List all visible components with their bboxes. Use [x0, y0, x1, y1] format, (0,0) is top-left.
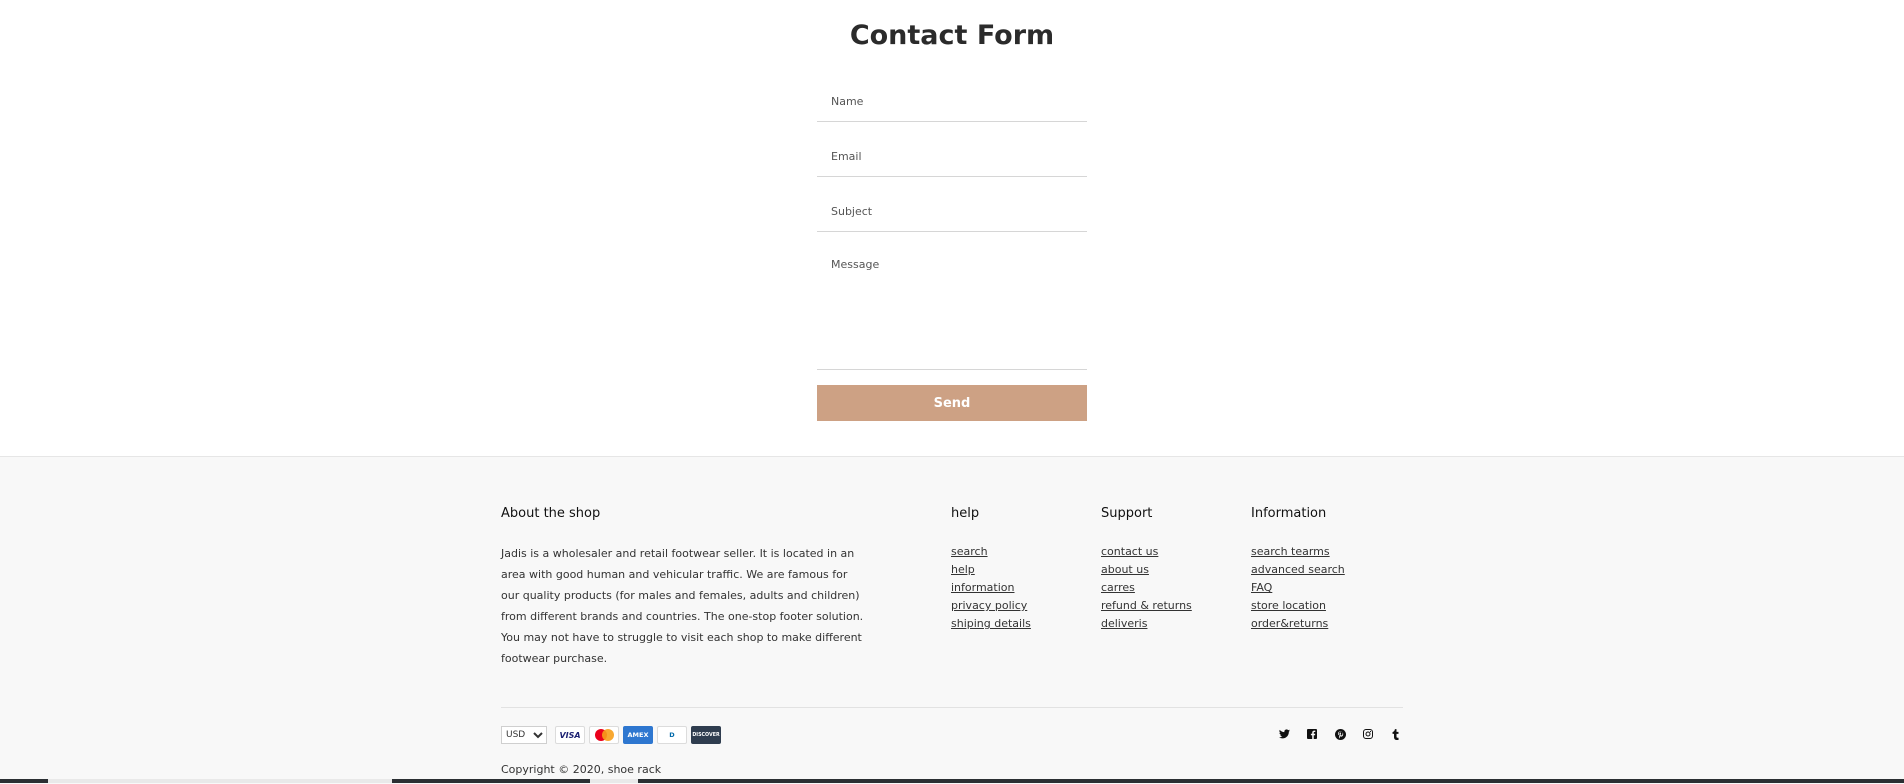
- info-link-search-terms[interactable]: search tearms: [1251, 545, 1330, 558]
- bottom-bar-segment: [48, 779, 392, 783]
- bottom-bar: [0, 779, 1904, 783]
- email-input[interactable]: [817, 137, 1087, 177]
- facebook-icon[interactable]: [1304, 726, 1320, 742]
- support-link-contact-us[interactable]: contact us: [1101, 545, 1158, 558]
- info-link-faq[interactable]: FAQ: [1251, 581, 1272, 594]
- help-links: search help information privacy policy s…: [951, 543, 1031, 633]
- support-link-about-us[interactable]: about us: [1101, 563, 1149, 576]
- message-textarea[interactable]: [817, 248, 1087, 370]
- diners-club-icon: D: [657, 726, 687, 744]
- pinterest-icon[interactable]: [1332, 726, 1348, 742]
- about-title: About the shop: [501, 506, 601, 521]
- support-title: Support: [1101, 506, 1153, 521]
- send-button[interactable]: Send: [817, 385, 1087, 421]
- tumblr-icon[interactable]: [1388, 726, 1404, 742]
- support-link-refund-returns[interactable]: refund & returns: [1101, 599, 1192, 612]
- amex-icon: AMEX: [623, 726, 653, 744]
- support-link-careers[interactable]: carres: [1101, 581, 1135, 594]
- copyright-text: Copyright © 2020, shoe rack: [501, 763, 662, 776]
- about-text: Jadis is a wholesaler and retail footwea…: [501, 547, 864, 665]
- footer: About the shop Jadis is a wholesaler and…: [0, 456, 1904, 784]
- help-link-information[interactable]: information: [951, 581, 1015, 594]
- contact-section: Contact Form Send: [0, 0, 1904, 456]
- support-link-deliveries[interactable]: deliveris: [1101, 617, 1147, 630]
- help-link-search[interactable]: search: [951, 545, 988, 558]
- info-link-store-location[interactable]: store location: [1251, 599, 1326, 612]
- discover-icon: DISCOVER: [691, 726, 721, 744]
- help-link-help[interactable]: help: [951, 563, 975, 576]
- currency-select[interactable]: USD: [501, 726, 547, 744]
- visa-icon: VISA: [555, 726, 585, 744]
- info-link-order-returns[interactable]: order&returns: [1251, 617, 1328, 630]
- bottom-bar-segment: [590, 779, 638, 783]
- footer-divider: [501, 707, 1403, 708]
- name-input[interactable]: [817, 82, 1087, 122]
- help-link-privacy-policy[interactable]: privacy policy: [951, 599, 1027, 612]
- information-links: search tearms advanced search FAQ store …: [1251, 543, 1345, 633]
- twitter-icon[interactable]: [1276, 726, 1292, 742]
- help-title: help: [951, 506, 980, 521]
- help-link-shipping-details[interactable]: shiping details: [951, 617, 1031, 630]
- information-title: Information: [1251, 506, 1327, 521]
- instagram-icon[interactable]: [1360, 726, 1376, 742]
- subject-input[interactable]: [817, 192, 1087, 232]
- info-link-advanced-search[interactable]: advanced search: [1251, 563, 1345, 576]
- contact-form-title: Contact Form: [849, 20, 1055, 51]
- mastercard-icon: [589, 726, 619, 744]
- mastercard-circle-orange: [602, 729, 614, 741]
- support-links: contact us about us carres refund & retu…: [1101, 543, 1192, 633]
